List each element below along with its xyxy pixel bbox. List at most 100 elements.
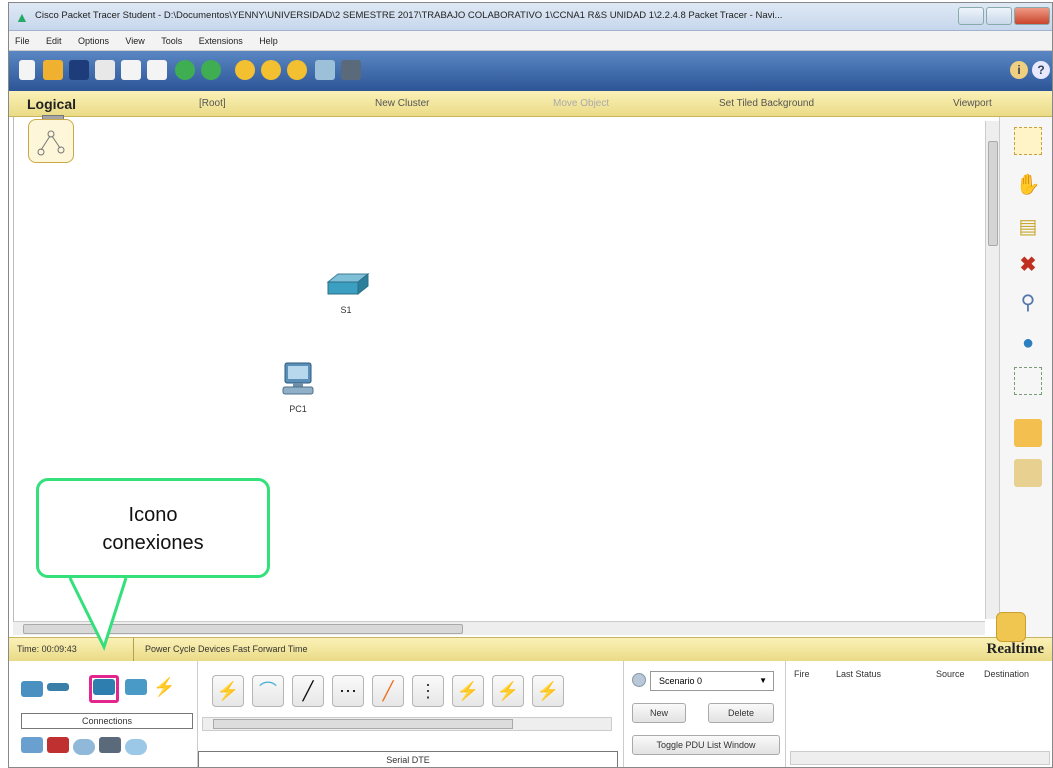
- resize-shape-icon[interactable]: [1014, 367, 1042, 395]
- print-icon[interactable]: [95, 60, 115, 80]
- network-tree-icon: [37, 130, 65, 156]
- status-actions: Power Cycle Devices Fast Forward Time: [145, 644, 308, 654]
- phone-cable-icon[interactable]: ⋮: [412, 675, 444, 707]
- connections-scrollbar[interactable]: [202, 717, 612, 731]
- serial-dte-icon[interactable]: ⚡: [532, 675, 564, 707]
- pc-icon: [282, 362, 314, 395]
- menu-edit[interactable]: Edit: [40, 32, 68, 46]
- redo-icon[interactable]: [201, 60, 221, 80]
- activity-wizard-icon[interactable]: [121, 60, 141, 80]
- wan-emulation-icon[interactable]: [73, 739, 95, 755]
- fiber-icon[interactable]: ╱: [372, 675, 404, 707]
- connection-types-panel: ⚡ ⌒ ╱ ⋯ ╱ ⋮ ⚡ ⚡ ⚡ Serial DTE: [197, 661, 621, 767]
- category-label: Connections: [21, 713, 193, 729]
- title-bar: ▲ Cisco Packet Tracer Student - D:\Docum…: [9, 3, 1052, 31]
- note-icon[interactable]: ▤: [1014, 213, 1042, 241]
- device-type-selection: ⚡ Connections: [13, 667, 193, 767]
- hand-icon[interactable]: ✋: [1014, 171, 1042, 199]
- chevron-down-icon: ▼: [759, 676, 767, 685]
- menu-options[interactable]: Options: [72, 32, 115, 46]
- toggle-pdu-list-button[interactable]: Toggle PDU List Window: [632, 735, 780, 755]
- inspect-icon[interactable]: ⚲: [1014, 289, 1042, 317]
- routers-subtype-icon[interactable]: [21, 737, 43, 753]
- scrollbar-thumb[interactable]: [213, 719, 513, 729]
- copper-cross-icon[interactable]: ⋯: [332, 675, 364, 707]
- select-icon[interactable]: [1014, 127, 1042, 155]
- palette-icon[interactable]: [315, 60, 335, 80]
- save-icon[interactable]: [69, 60, 89, 80]
- end-devices-icon[interactable]: [125, 679, 147, 695]
- console-cable-icon[interactable]: ⌒: [252, 675, 284, 707]
- set-tiled-background-button[interactable]: Set Tiled Background: [719, 98, 814, 109]
- callout-line-2: conexiones: [102, 532, 204, 554]
- custom-device-icon[interactable]: [99, 737, 121, 753]
- menu-view[interactable]: View: [119, 32, 150, 46]
- menu-file[interactable]: File: [9, 32, 36, 46]
- device-label: PC1: [289, 404, 307, 414]
- close-button[interactable]: [1014, 7, 1050, 25]
- zoom-in-icon[interactable]: [235, 60, 255, 80]
- add-complex-pdu-icon[interactable]: [1014, 459, 1042, 487]
- connections-highlight: [89, 675, 119, 703]
- vertical-scrollbar[interactable]: [985, 121, 999, 619]
- delete-scenario-button[interactable]: Delete: [708, 703, 774, 723]
- viewport-button[interactable]: Viewport: [953, 98, 992, 109]
- time-status-bar: Time: 00:09:43 Power Cycle Devices Fast …: [9, 612, 1052, 662]
- column-destination[interactable]: Destination: [984, 669, 1029, 679]
- lightning-icon[interactable]: ⚡: [153, 678, 175, 696]
- cloud-icon[interactable]: [125, 739, 147, 755]
- undo-icon[interactable]: [175, 60, 195, 80]
- move-object-button[interactable]: Move Object: [553, 98, 609, 109]
- menu-tools[interactable]: Tools: [155, 32, 188, 46]
- fast-forward-time-button[interactable]: Fast Forward Time: [233, 644, 308, 654]
- new-scenario-button[interactable]: New: [632, 703, 686, 723]
- bottom-panel: ⚡ Connections ⚡ ⌒ ╱ ⋯ ╱ ⋮ ⚡ ⚡ ⚡ Serial D…: [9, 661, 1052, 767]
- info-icon[interactable]: [632, 673, 646, 687]
- info-icon[interactable]: i: [1010, 61, 1028, 79]
- power-cycle-devices-button[interactable]: Power Cycle Devices: [145, 644, 230, 654]
- column-fire[interactable]: Fire: [794, 669, 810, 679]
- pdu-list-scrollbar[interactable]: [790, 751, 1050, 765]
- device-label: S1: [340, 305, 352, 315]
- delete-icon[interactable]: ✖: [1014, 251, 1042, 279]
- scrollbar-thumb[interactable]: [988, 141, 998, 246]
- callout-line-1: Icono: [128, 504, 178, 526]
- copy-icon[interactable]: [147, 60, 167, 80]
- draw-shape-icon[interactable]: ●: [1014, 329, 1042, 357]
- copper-straight-icon[interactable]: ╱: [292, 675, 324, 707]
- new-icon[interactable]: [19, 60, 35, 80]
- new-cluster-button[interactable]: New Cluster: [375, 98, 429, 109]
- serial-dce-icon[interactable]: ⚡: [492, 675, 524, 707]
- scenario-panel: Scenario 0 ▼ New Delete Toggle PDU List …: [623, 661, 783, 767]
- maximize-button[interactable]: [986, 7, 1012, 25]
- horizontal-scrollbar[interactable]: [13, 621, 985, 635]
- security-icon[interactable]: [47, 737, 69, 753]
- packet-tracer-window: ▲ Cisco Packet Tracer Student - D:\Docum…: [8, 2, 1053, 768]
- help-icon[interactable]: ?: [1032, 61, 1050, 79]
- scenario-select[interactable]: Scenario 0 ▼: [650, 671, 774, 691]
- minimize-button[interactable]: [958, 7, 984, 25]
- logical-tab[interactable]: Logical: [27, 96, 76, 112]
- auto-connection-icon[interactable]: ⚡: [212, 675, 244, 707]
- window-title: Cisco Packet Tracer Student - D:\Documen…: [35, 10, 783, 21]
- pc-pc1[interactable]: PC1: [278, 361, 318, 414]
- column-source[interactable]: Source: [936, 669, 965, 679]
- column-last-status[interactable]: Last Status: [836, 669, 881, 679]
- coaxial-icon[interactable]: ⚡: [452, 675, 484, 707]
- zoom-reset-icon[interactable]: [261, 60, 281, 80]
- common-tools-bar: ✋ ▤ ✖ ⚲ ●: [999, 117, 1052, 637]
- add-simple-pdu-icon[interactable]: [1014, 419, 1042, 447]
- custom-devices-icon[interactable]: [341, 60, 361, 80]
- switch-s1[interactable]: S1: [320, 272, 372, 315]
- logical-physical-toggle[interactable]: [28, 119, 74, 163]
- realtime-clock-icon[interactable]: [996, 612, 1026, 642]
- pdu-list-panel: Fire Last Status Source Destination: [785, 661, 1052, 767]
- menu-help[interactable]: Help: [253, 32, 284, 46]
- open-icon[interactable]: [43, 60, 63, 80]
- routers-icon[interactable]: [21, 681, 43, 697]
- zoom-out-icon[interactable]: [287, 60, 307, 80]
- realtime-mode-label[interactable]: Realtime: [987, 641, 1044, 658]
- root-button[interactable]: [Root]: [199, 98, 226, 109]
- switches-icon[interactable]: [47, 683, 69, 691]
- menu-extensions[interactable]: Extensions: [193, 32, 249, 46]
